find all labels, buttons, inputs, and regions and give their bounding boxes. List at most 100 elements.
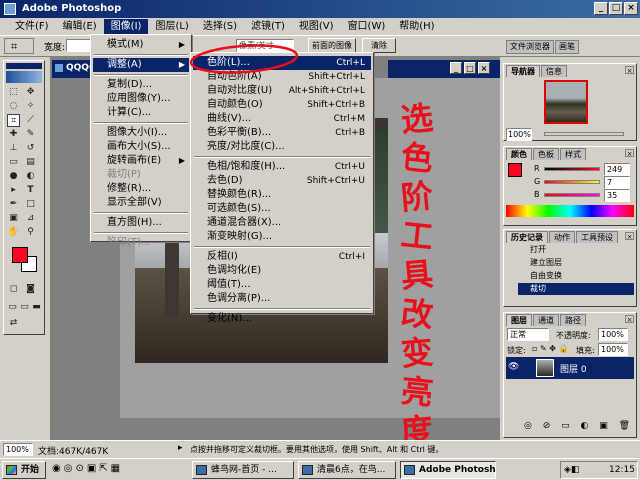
eraser-tool-icon[interactable]: ▭ [7,156,20,169]
menu-item-0[interactable]: 文件(F) [8,19,56,34]
palette-tab[interactable]: 通道 [533,314,559,326]
minimize-button[interactable]: _ [594,2,608,15]
history-item[interactable]: 打开 [518,244,634,256]
start-button[interactable]: 开始 [2,461,46,479]
clone-stamp-tool-icon[interactable]: ⊥ [7,142,20,155]
dodge-tool-icon[interactable]: ◐ [24,170,37,183]
gradient-tool-icon[interactable]: ▤ [24,156,37,169]
close-button[interactable]: × [624,2,638,15]
foreground-color-swatch[interactable] [12,247,28,263]
adjust-menu-item[interactable]: 通道混合器(X)... [193,216,371,230]
palette-tab[interactable]: 图层 [506,314,532,326]
magic-wand-tool-icon[interactable]: ✧ [24,100,37,113]
hand-tool-icon[interactable]: ✋ [7,226,20,239]
blend-mode-select[interactable]: 正常 [507,328,549,341]
history-brush-tool-icon[interactable]: ↺ [24,142,37,155]
fill-input[interactable]: 100% [598,343,628,356]
menu-item-2[interactable]: 图像(I) [103,19,149,34]
adjust-menu-item[interactable]: 反相(I) Ctrl+I [193,250,371,264]
taskbar-task-button[interactable]: 蜂鸟网-首页 - ... [192,461,294,479]
lasso-tool-icon[interactable]: ◌ [7,100,20,113]
lock-options-icon[interactable]: ▫ ✎ ✥ 🔒 [532,344,568,353]
image-menu-item[interactable]: 显示全部(V) [93,196,189,210]
status-zoom-input[interactable]: 100% [3,443,33,456]
quick-launch-icons[interactable]: ◉◎⊙▣⇱▦ [52,463,123,474]
crop-tool-icon[interactable]: ⌗ [7,114,20,127]
menu-item-3[interactable]: 图层(L) [148,19,195,34]
crop-tool-preset-button[interactable]: ⌗ [4,38,34,54]
adjust-menu-item[interactable]: 色调均化(E) [193,264,371,278]
adjust-menu-item[interactable]: 自动对比度(U) Alt+Shift+Ctrl+L [193,84,371,98]
adjust-menu-item[interactable]: 色调分离(P)... [193,292,371,306]
status-arrow-icon[interactable]: ▸ [178,443,183,453]
color-close-icon[interactable]: × [625,149,634,158]
menu-item-1[interactable]: 编辑(E) [56,19,104,34]
adjust-menu-item[interactable]: 变化(N)... [193,312,371,326]
palette-tab[interactable]: 颜色 [506,148,532,160]
channel-value-input[interactable]: 35 [604,189,630,202]
type-tool-icon[interactable]: T [24,184,37,197]
navigator-zoom-input[interactable]: 100% [506,128,532,141]
image-menu-item[interactable]: 复制(D)... [93,78,189,92]
slice-tool-icon[interactable]: ⟋ [24,114,37,127]
brush-tool-icon[interactable]: ✎ [24,128,37,141]
navigator-zoom-slider[interactable] [544,132,624,136]
channel-slider[interactable] [544,193,600,197]
tray-icons[interactable]: ◈◧ [564,465,579,475]
palette-tab[interactable]: 色板 [533,148,559,160]
adjust-menu-item[interactable]: 去色(D) Shift+Ctrl+U [193,174,371,188]
history-item[interactable]: 裁切 [518,283,634,295]
image-menu-item[interactable]: 图像大小(I)... [93,126,189,140]
palette-tab[interactable]: 路径 [560,314,586,326]
menu-item-5[interactable]: 滤镜(T) [244,19,292,34]
palette-tab[interactable]: 工具预设 [576,231,618,243]
menu-item-8[interactable]: 帮助(H) [392,19,441,34]
quick-mask-on-icon[interactable]: ◙ [24,283,37,296]
taskbar-task-button[interactable]: Adobe Photoshop [400,461,496,479]
document-maximize-button[interactable]: □ [464,62,476,74]
shape-tool-icon[interactable]: □ [24,198,37,211]
palette-tab[interactable]: 信息 [541,65,567,77]
move-tool-icon[interactable]: ✥ [24,86,37,99]
adjust-menu-item[interactable]: 曲线(V)... Ctrl+M [193,112,371,126]
notes-tool-icon[interactable]: ▣ [7,212,20,225]
opacity-input[interactable]: 100% [598,328,628,341]
color-spectrum-ramp[interactable] [506,205,634,217]
layers-close-icon[interactable]: × [625,315,634,324]
image-menu-item[interactable]: 修整(R)... [93,182,189,196]
adjust-menu-item[interactable]: 替换颜色(R)... [193,188,371,202]
maximize-button[interactable]: □ [609,2,623,15]
full-screen-mode-icon[interactable]: ▬ [30,301,43,314]
quick-mask-off-icon[interactable]: ◻ [7,283,20,296]
navigator-thumbnail[interactable] [544,80,588,124]
adjust-menu-item[interactable]: 色彩平衡(B)... Ctrl+B [193,126,371,140]
document-size-readout[interactable]: 文档:467K/467K [38,444,108,457]
image-menu-item[interactable]: 直方图(H)... [93,216,189,230]
palette-tab[interactable]: 动作 [549,231,575,243]
menu-item-7[interactable]: 窗口(W) [341,19,393,34]
document-close-button[interactable]: × [478,62,490,74]
channel-value-input[interactable]: 249 [604,163,630,176]
image-menu-item[interactable]: 模式(M) ▶ [93,38,189,52]
taskbar-task-button[interactable]: 清晨6点，在鸟... [298,461,396,479]
history-close-icon[interactable]: × [625,232,634,241]
healing-brush-tool-icon[interactable]: ✚ [7,128,20,141]
adjust-menu-item[interactable]: 渐变映射(G)... [193,230,371,244]
path-selection-tool-icon[interactable]: ▸ [7,184,20,197]
navigator-close-icon[interactable]: × [625,66,634,75]
pen-tool-icon[interactable]: ✒ [7,198,20,211]
image-menu-item[interactable]: 调整(A) ▶ [93,58,189,72]
jump-to-imageready-icon[interactable]: ⇄ [7,317,20,330]
channel-slider[interactable] [544,167,600,171]
image-menu-item[interactable]: 应用图像(Y)... [93,92,189,106]
image-menu-item[interactable]: 旋转画布(E) ▶ [93,154,189,168]
history-item[interactable]: 自由变换 [518,270,634,282]
front-image-button[interactable]: 前面的图像 [308,38,356,53]
layer-row[interactable]: 👁 图层 0 [506,357,634,379]
blur-tool-icon[interactable]: ● [7,170,20,183]
adjust-menu-item[interactable]: 可选颜色(S)... [193,202,371,216]
color-foreground-swatch[interactable] [508,163,522,177]
adjust-menu-item[interactable]: 自动颜色(O) Shift+Ctrl+B [193,98,371,112]
layers-bottom-toolbar[interactable]: ◎ ⊘ ▭ ◐ ▣ 🗑 [506,421,634,435]
palette-tab[interactable]: 样式 [560,148,586,160]
